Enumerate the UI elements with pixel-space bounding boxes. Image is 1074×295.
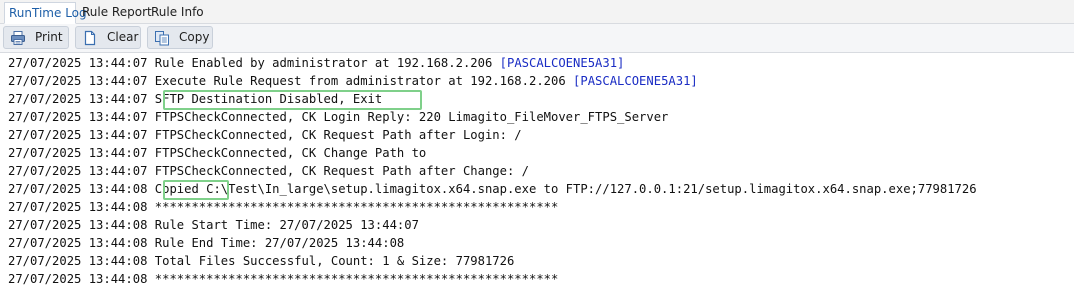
log-timestamp: 27/07/2025 13:44:07 (8, 146, 148, 160)
tab-rule-info[interactable]: Rule Info (147, 2, 204, 24)
log-line: 27/07/2025 13:44:07 FTPSCheckConnected, … (8, 162, 529, 180)
log-timestamp: 27/07/2025 13:44:08 (8, 254, 148, 268)
log-timestamp: 27/07/2025 13:44:07 (8, 164, 148, 178)
log-timestamp: 27/07/2025 13:44:08 (8, 272, 148, 286)
log-timestamp: 27/07/2025 13:44:07 (8, 74, 148, 88)
log-timestamp: 27/07/2025 13:44:08 (8, 200, 148, 214)
log-line: 27/07/2025 13:44:08 Total Files Successf… (8, 252, 514, 270)
clear-button-label: Clear (107, 30, 139, 44)
log-message: FTPSCheckConnected, CK Login Reply: 220 … (154, 110, 669, 124)
log-line: 27/07/2025 13:44:07 FTPSCheckConnected, … (8, 144, 426, 162)
log-message: FTPSCheckConnected, CK Change Path to (154, 146, 427, 160)
log-timestamp: 27/07/2025 13:44:07 (8, 92, 148, 106)
log-message: Rule End Time: 27/07/2025 13:44:08 (154, 236, 405, 250)
log-timestamp: 27/07/2025 13:44:08 (8, 218, 148, 232)
print-button[interactable]: Print (3, 26, 69, 49)
log-message: Rule Enabled by administrator at 192.168… (154, 56, 500, 70)
log-line: 27/07/2025 13:44:08 Rule Start Time: 27/… (8, 216, 419, 234)
log-line: 27/07/2025 13:44:07 Rule Enabled by admi… (8, 54, 624, 72)
clear-button[interactable]: Clear (75, 26, 141, 49)
log-line: 27/07/2025 13:44:08 ********************… (8, 198, 558, 216)
log-host: [PASCALCOENE5A31] (573, 74, 698, 88)
log-timestamp: 27/07/2025 13:44:08 (8, 182, 148, 196)
log-message: ****************************************… (154, 272, 559, 286)
log-message: ****************************************… (154, 200, 559, 214)
log-line: 27/07/2025 13:44:08 ********************… (8, 270, 558, 288)
document-icon (84, 30, 96, 46)
log-message: Execute Rule Request from administrator … (154, 74, 574, 88)
log-message: Rule Start Time: 27/07/2025 13:44:07 (154, 218, 419, 232)
copy-icon (155, 31, 169, 46)
highlight-sftp-disabled (163, 90, 422, 110)
log-line: 27/07/2025 13:44:07 Execute Rule Request… (8, 72, 698, 90)
runtime-log-output[interactable]: 27/07/2025 13:44:07 Rule Enabled by admi… (0, 52, 1074, 295)
log-line: 27/07/2025 13:44:08 Copied C:\Test\In_la… (8, 180, 977, 198)
log-message: FTPSCheckConnected, CK Request Path afte… (154, 164, 529, 178)
tab-bar: RunTime Log Rule Report Rule Info (0, 0, 1074, 24)
runtime-log-window: RunTime Log Rule Report Rule Info Print … (0, 0, 1074, 295)
log-message: Copied C:\Test\In_large\setup.limagitox.… (154, 182, 977, 196)
log-line: 27/07/2025 13:44:07 FTPSCheckConnected, … (8, 108, 668, 126)
log-host: [PASCALCOENE5A31] (499, 56, 625, 70)
log-timestamp: 27/07/2025 13:44:07 (8, 128, 148, 142)
log-message: FTPSCheckConnected, CK Request Path afte… (154, 128, 522, 142)
tab-rule-report[interactable]: Rule Report (78, 2, 152, 24)
log-message: Total Files Successful, Count: 1 & Size:… (154, 254, 515, 268)
log-line: 27/07/2025 13:44:08 Rule End Time: 27/07… (8, 234, 404, 252)
printer-icon (11, 31, 25, 45)
copy-button[interactable]: Copy (147, 26, 213, 49)
log-timestamp: 27/07/2025 13:44:07 (8, 56, 148, 70)
highlight-copied (163, 180, 229, 200)
log-line: 27/07/2025 13:44:07 FTPSCheckConnected, … (8, 126, 522, 144)
toolbar: Print Clear Copy (0, 24, 1074, 52)
copy-button-label: Copy (179, 30, 210, 44)
print-button-label: Print (35, 30, 63, 44)
tab-runtime-log[interactable]: RunTime Log (4, 2, 87, 24)
log-timestamp: 27/07/2025 13:44:08 (8, 236, 148, 250)
log-timestamp: 27/07/2025 13:44:07 (8, 110, 148, 124)
